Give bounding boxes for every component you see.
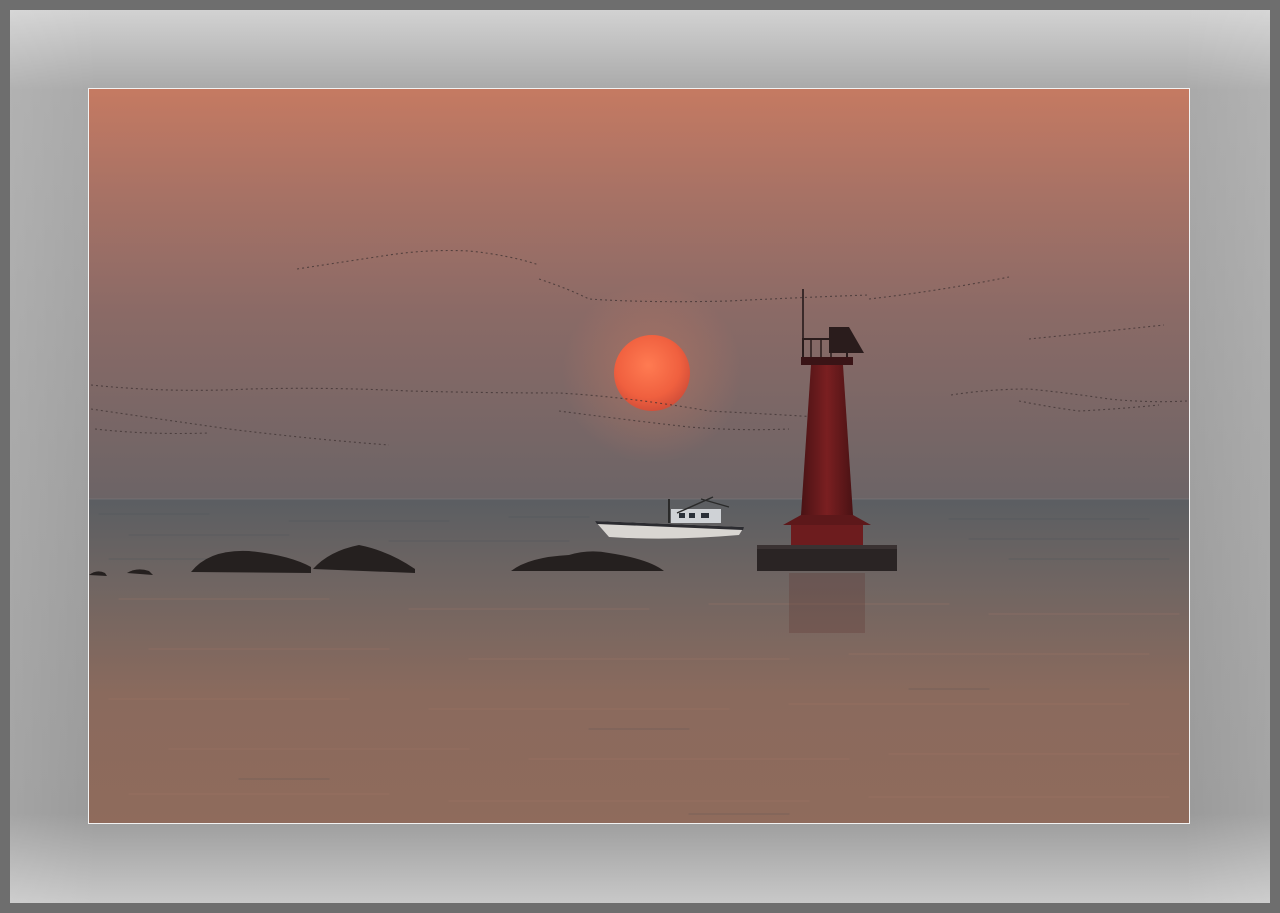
photo-scene (89, 89, 1189, 823)
photo (88, 88, 1190, 824)
sea (89, 499, 1189, 823)
sun (614, 335, 690, 411)
lighthouse-reflection (789, 573, 865, 633)
